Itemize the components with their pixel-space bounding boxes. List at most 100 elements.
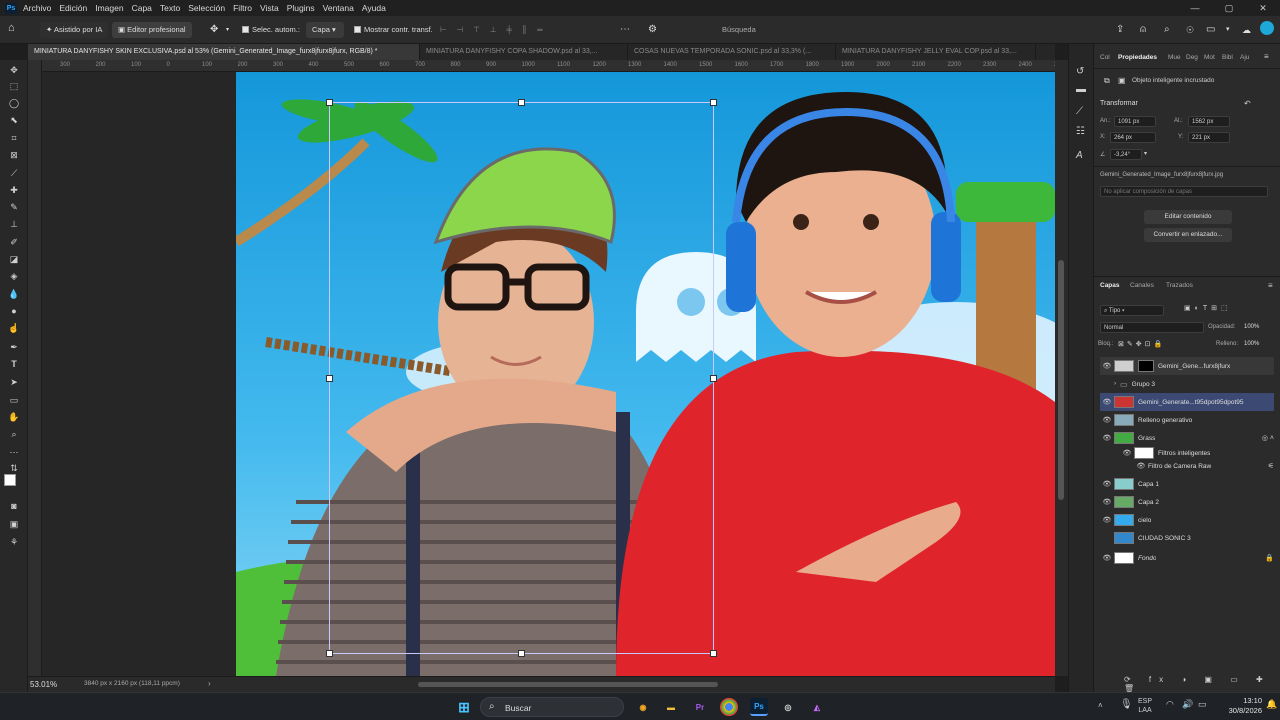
visibility-eye-icon[interactable]: 👁: [1100, 516, 1114, 524]
eraser-tool-icon[interactable]: ◪: [7, 253, 21, 265]
assisted-ai-button[interactable]: ✦ Asistido por IA: [40, 22, 109, 38]
layer-row[interactable]: 👁 Relleno generativo: [1100, 411, 1274, 429]
tab-layers[interactable]: Capas: [1100, 282, 1120, 289]
blender-icon[interactable]: ◉: [634, 698, 652, 716]
user-avatar[interactable]: [1260, 21, 1274, 35]
notifications-icon[interactable]: ⍝: [1140, 22, 1146, 38]
angle-field[interactable]: -3,24°: [1110, 149, 1142, 160]
layer-filter-icons[interactable]: ▣◐T⊞⬚: [1184, 304, 1232, 312]
lasso-tool-icon[interactable]: ◯: [7, 97, 21, 109]
layer-row[interactable]: 👁 Gemini_Gene...furx8jfurx: [1100, 357, 1274, 375]
layer-row-selected[interactable]: 👁 Gemini_Generate...t95dpot95dpot95: [1100, 393, 1274, 411]
reset-transform-icon[interactable]: ↶: [1244, 99, 1251, 108]
scroll-thumb[interactable]: [1058, 260, 1064, 500]
eyedropper-icon[interactable]: ⟋: [7, 167, 21, 179]
canvas-vertical-scrollbar[interactable]: [1055, 60, 1068, 676]
battery-icon[interactable]: ▭: [1198, 699, 1207, 710]
tab-copa-shadow[interactable]: MINIATURA DANYFISHY COPA SHADOW.psd al 3…: [420, 44, 628, 60]
edit-contents-button[interactable]: Editar contenido: [1144, 210, 1232, 224]
crop-tool-icon[interactable]: ⌗: [7, 132, 21, 144]
rectangle-tool-icon[interactable]: ▭: [7, 394, 21, 406]
visibility-eye-icon[interactable]: 👁: [1100, 434, 1114, 442]
tab-paths[interactable]: Trazados: [1166, 282, 1193, 289]
menu-vista[interactable]: Vista: [260, 3, 279, 13]
more-tools-icon[interactable]: ⋯: [7, 446, 21, 458]
premiere-icon[interactable]: Pr: [691, 698, 709, 716]
transform-handle-tl[interactable]: [326, 99, 333, 106]
transform-bounding-box[interactable]: [329, 102, 714, 654]
visibility-eye-icon[interactable]: 👁: [1100, 498, 1114, 506]
chevron-down-icon[interactable]: ▾: [226, 22, 229, 38]
menu-archivo[interactable]: Archivo: [23, 3, 51, 13]
menu-ayuda[interactable]: Ayuda: [362, 3, 386, 13]
layer-row[interactable]: 👁 Fondo 🔒: [1100, 549, 1274, 567]
pen-tool-icon[interactable]: ✒: [7, 341, 21, 353]
menu-filtro[interactable]: Filtro: [233, 3, 252, 13]
hand-tool-icon[interactable]: ✋: [7, 411, 21, 423]
tab-adjustments[interactable]: Aju: [1240, 54, 1249, 61]
tab-swatches[interactable]: Mue: [1168, 54, 1181, 61]
history-brush-icon[interactable]: ✐: [7, 236, 21, 248]
stamp-tool-icon[interactable]: ⊥: [7, 218, 21, 230]
photoshop-taskbar-icon[interactable]: Ps: [750, 698, 768, 716]
transform-handle-tr[interactable]: [710, 99, 717, 106]
blend-mode-select[interactable]: Normal: [1100, 322, 1204, 333]
transform-handle-l[interactable]: [326, 375, 333, 382]
align-icons[interactable]: ⊢ ⊣ ⊤ ⊥ ╪ ║ ═: [440, 22, 547, 38]
menu-imagen[interactable]: Imagen: [95, 3, 123, 13]
visibility-eye-icon[interactable]: 👁: [1100, 416, 1114, 424]
transform-handle-bl[interactable]: [326, 650, 333, 657]
menu-plugins[interactable]: Plugins: [287, 3, 315, 13]
tab-temporada-sonic[interactable]: COSAS NUEVAS TEMPORADA SONIC.psd al 33,3…: [628, 44, 836, 60]
opacity-value[interactable]: 100%: [1244, 324, 1259, 330]
filter-kind-select[interactable]: ⌕ Tipo ▾: [1100, 305, 1164, 316]
menu-capa[interactable]: Capa: [132, 3, 152, 13]
close-window-button[interactable]: ✕: [1246, 0, 1280, 16]
autoselect-checkbox[interactable]: Selec. autom.:: [242, 22, 300, 38]
notification-bell-icon[interactable]: 🔔: [1266, 699, 1277, 710]
blur-tool-icon[interactable]: 💧: [7, 288, 21, 300]
tab-jelly-eval-cop[interactable]: MINIATURA DANYFISHY JELLY EVAL COP.psd a…: [836, 44, 1036, 60]
tab-libraries[interactable]: Bibl: [1222, 54, 1233, 61]
menu-seleccion[interactable]: Selección: [188, 3, 225, 13]
panel-menu-icon[interactable]: ≡: [1264, 52, 1269, 61]
swap-colors-icon[interactable]: ⇅: [7, 462, 21, 474]
move-tool-icon[interactable]: ✥: [210, 22, 218, 38]
angle-chevron-icon[interactable]: ▾: [1144, 150, 1147, 157]
layer-row[interactable]: CIUDAD SONIC 3: [1100, 529, 1274, 547]
search-icon[interactable]: ⌕: [1164, 22, 1170, 38]
microphone-icon[interactable]: 🎙: [1120, 699, 1133, 710]
path-selection-icon[interactable]: ➤: [7, 376, 21, 388]
pro-editor-button[interactable]: ▣ Editor profesional: [112, 22, 192, 38]
camera-raw-filter-row[interactable]: 👁 Filtro de Camera Raw ⚟: [1134, 459, 1274, 473]
transform-handle-t[interactable]: [518, 99, 525, 106]
x-field[interactable]: 264 px: [1110, 132, 1156, 143]
filter-options-icon[interactable]: ⚟: [1268, 462, 1274, 470]
gradient-tool-icon[interactable]: ◈: [7, 270, 21, 282]
menu-ventana[interactable]: Ventana: [323, 3, 354, 13]
brush-settings-icon[interactable]: ⟋: [1076, 106, 1083, 117]
home-icon[interactable]: ⌂: [8, 20, 15, 36]
visibility-eye-icon[interactable]: 👁: [1120, 449, 1134, 457]
more-options-icon[interactable]: ⋯: [620, 22, 630, 38]
tab-patterns[interactable]: Mot: [1204, 54, 1215, 61]
visibility-eye-icon[interactable]: 👁: [1100, 554, 1114, 562]
character-icon[interactable]: A: [1076, 150, 1083, 161]
language-indicator[interactable]: ESP LAA: [1138, 697, 1152, 715]
layer-row[interactable]: › ▭ Grupo 3: [1100, 375, 1274, 393]
minimize-button[interactable]: —: [1178, 0, 1212, 16]
width-field[interactable]: 1091 px: [1114, 116, 1156, 127]
zoom-tool-icon[interactable]: ⌕: [7, 428, 21, 440]
horizontal-scroll-thumb[interactable]: [418, 682, 718, 687]
expand-chevron-icon[interactable]: ›: [1114, 381, 1116, 387]
file-explorer-icon[interactable]: ▬: [662, 698, 680, 716]
frame-tool-icon[interactable]: ⊠: [7, 149, 21, 161]
layer-row[interactable]: 👁 Capa 2: [1100, 493, 1274, 511]
affinity-icon[interactable]: ◭: [808, 698, 826, 716]
smudge-tool-icon[interactable]: ☝: [7, 322, 21, 334]
windows-start-icon[interactable]: ⊞: [455, 698, 473, 716]
status-chevron-icon[interactable]: ›: [208, 679, 211, 688]
healing-brush-icon[interactable]: ✚: [7, 184, 21, 196]
smart-filter-icon[interactable]: ◎ ˄: [1262, 434, 1274, 442]
dodge-tool-icon[interactable]: ●: [7, 305, 21, 317]
